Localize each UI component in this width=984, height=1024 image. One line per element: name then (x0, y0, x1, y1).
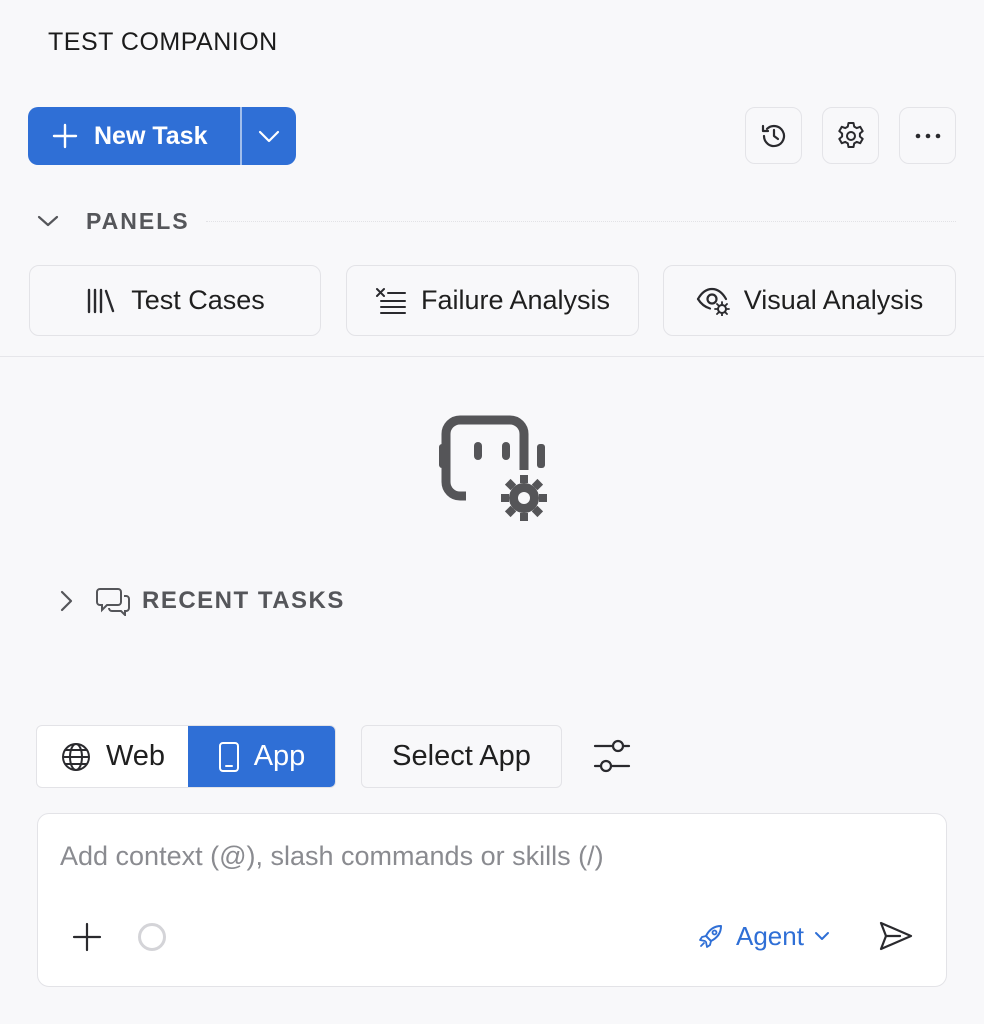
new-task-split-button: New Task (28, 107, 296, 165)
mode-web-label: Web (105, 740, 166, 772)
eye-gear-icon (696, 287, 730, 316)
smartphone-icon (218, 741, 239, 772)
app-title: TEST COMPANION (48, 28, 278, 56)
more-icon (915, 133, 940, 138)
companion-panel: TEST COMPANION New Task PANELS Test Case… (0, 0, 984, 1024)
plus-icon[interactable] (72, 922, 102, 952)
agent-mode-dropdown[interactable]: Agent (698, 918, 830, 954)
gear-icon (837, 121, 864, 148)
panel-test-cases-label: Test Cases (131, 285, 265, 315)
panels-section-header[interactable]: PANELS (36, 206, 956, 236)
chevron-right-icon (60, 590, 73, 612)
select-app-button[interactable]: Select App (361, 725, 562, 788)
platform-toggle: Web App (36, 725, 336, 788)
agent-label: Agent (736, 920, 804, 951)
panel-visual-analysis[interactable]: Visual Analysis (663, 265, 956, 336)
globe-icon (61, 742, 90, 771)
chevron-down-icon (814, 932, 829, 940)
more-options-button[interactable] (899, 107, 956, 164)
chat-bubbles-icon (96, 588, 130, 616)
panel-failure-analysis[interactable]: Failure Analysis (346, 265, 639, 336)
panel-failure-analysis-label: Failure Analysis (420, 285, 611, 315)
sliders-icon[interactable] (592, 738, 632, 774)
library-icon (88, 288, 115, 313)
chevron-down-icon (36, 213, 64, 229)
mode-web-button[interactable]: Web (37, 726, 188, 787)
new-task-button[interactable]: New Task (28, 107, 240, 165)
history-icon (761, 124, 785, 147)
new-task-label: New Task (94, 121, 208, 150)
panel-test-cases[interactable]: Test Cases (29, 265, 321, 336)
recent-tasks-toggle[interactable]: RECENT TASKS (56, 584, 345, 618)
settings-button[interactable] (822, 107, 879, 164)
chat-input[interactable] (60, 836, 920, 876)
plus-icon (52, 123, 78, 149)
send-icon[interactable] (878, 920, 914, 952)
history-button[interactable] (745, 107, 802, 164)
bot-gear-icon (439, 415, 547, 521)
status-indicator (138, 923, 166, 951)
mode-app-button[interactable]: App (188, 726, 335, 787)
rocket-icon (699, 925, 722, 948)
recent-tasks-label: RECENT TASKS (142, 587, 345, 614)
select-app-label: Select App (392, 740, 531, 772)
new-task-dropdown-button[interactable] (242, 107, 296, 165)
chat-composer: Agent (37, 813, 947, 987)
panel-visual-analysis-label: Visual Analysis (743, 285, 924, 315)
mode-app-label: App (253, 740, 306, 772)
panels-label: PANELS (86, 207, 190, 234)
chevron-down-icon (258, 130, 280, 143)
section-divider (0, 356, 984, 357)
panels-divider (205, 220, 956, 222)
list-x-icon (375, 287, 406, 314)
